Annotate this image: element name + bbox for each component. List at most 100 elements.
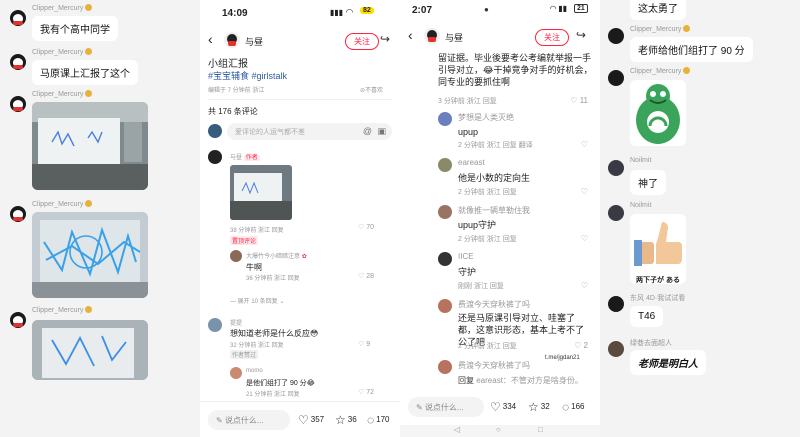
comment-like[interactable]: ♡ 28 <box>358 272 374 280</box>
comment-author[interactable]: IICE <box>458 252 474 261</box>
comment-avatar[interactable] <box>208 318 222 332</box>
message-bubble[interactable]: T46 <box>630 306 664 327</box>
back-triangle-icon[interactable]: ◁ <box>454 425 460 434</box>
reply-input[interactable]: ✎ 说点什么... <box>208 410 290 430</box>
post-tags[interactable]: #宝宝辅食 #girlstalk <box>208 69 287 82</box>
comment-meta[interactable]: 38 分钟前 浙江 回复 <box>230 225 284 234</box>
comment-meta[interactable]: 2 分钟前 浙江 回复 翻译 <box>458 140 533 150</box>
comment-like[interactable]: ♡ 2 <box>574 341 588 350</box>
author-avatar[interactable] <box>424 28 440 44</box>
star-count[interactable]: ☆ 32 <box>528 400 550 414</box>
chat-message: Clipper_Mercury <box>10 306 200 426</box>
comment-meta[interactable]: 32 分钟前 浙江 回复 <box>230 340 284 349</box>
comment-like[interactable]: ♡ 72 <box>358 388 374 396</box>
share-icon[interactable]: ↪ <box>576 28 586 42</box>
message-bubble[interactable]: 我有个高中同学 <box>32 16 118 41</box>
author-name[interactable]: 与昼 <box>245 35 263 48</box>
chat-message: Clipper_Mercury <box>10 200 200 300</box>
pencil-icon: ✎ <box>216 416 223 425</box>
not-interested[interactable]: ⊘不喜欢 <box>360 85 383 94</box>
mention-icon[interactable]: @ <box>363 126 372 136</box>
penguin-avatar[interactable] <box>608 70 624 86</box>
penguin-avatar[interactable] <box>10 96 26 112</box>
user-avatar[interactable] <box>608 341 624 357</box>
expand-replies[interactable]: — 展开 10 条回复 ⌄ <box>230 296 284 305</box>
user-avatar[interactable] <box>608 160 624 176</box>
comment-meta[interactable]: 回复 eareast：不管对方是啥身份。 <box>458 375 583 386</box>
comment-meta[interactable]: 2 分钟前 浙江 回复 <box>458 187 517 197</box>
penguin-avatar[interactable] <box>10 312 26 328</box>
follow-button[interactable]: 关注 <box>535 29 569 46</box>
comment-author[interactable]: 费渡今天穿秋裤了吗 <box>458 360 530 371</box>
comment-avatar[interactable] <box>438 299 452 313</box>
message-bubble[interactable]: 神了 <box>630 170 666 195</box>
classroom-photo[interactable] <box>32 320 148 380</box>
reply-author[interactable]: momo <box>246 368 263 374</box>
heart-icon: ♡ <box>570 96 578 105</box>
post-title: 小组汇报 <box>208 59 248 70</box>
reply-avatar[interactable] <box>230 250 242 262</box>
penguin-avatar[interactable] <box>608 28 624 44</box>
comment-total[interactable]: ◌ 166 <box>562 400 585 414</box>
comment-like[interactable]: ♡ 11 <box>570 96 588 105</box>
author-avatar[interactable] <box>224 32 240 48</box>
message-bubble[interactable]: 老师给他们组打了 90 分 <box>630 37 753 62</box>
thumbs-up-sticker[interactable]: 两下子が ある <box>630 214 686 284</box>
comment: eareast 他是小数的定向生 2 分钟前 浙江 回复 ♡ <box>408 158 594 198</box>
penguin-avatar[interactable] <box>10 10 26 26</box>
home-circle-icon[interactable]: ○ <box>496 425 501 434</box>
comment-like[interactable]: ♡ <box>581 187 588 196</box>
comment-like[interactable]: ♡ 70 <box>358 223 374 231</box>
comment-like[interactable]: ♡ <box>581 140 588 149</box>
comment-author[interactable]: 费渡今天穿秋裤了吗 <box>458 299 530 310</box>
comment-avatar[interactable] <box>438 360 452 374</box>
user-avatar[interactable] <box>608 205 624 221</box>
reply-meta[interactable]: 21 分钟前 浙江 回复 <box>246 389 300 398</box>
comment-avatar[interactable] <box>438 205 452 219</box>
message-bubble[interactable]: 这太勇了 <box>630 0 686 20</box>
comment-author[interactable]: 梦想是人类灭绝 <box>458 112 514 123</box>
comment-author[interactable]: 与昼 作者 <box>230 152 260 161</box>
star-count[interactable]: ☆ 36 <box>335 413 357 427</box>
comment-input[interactable]: 爱评论的人运气都不差 @ ▣ <box>227 123 392 140</box>
message-bubble[interactable]: 老师是明白人 <box>630 350 706 375</box>
sender-name: 东风 4D·我试试看 <box>630 295 686 302</box>
comment-author[interactable]: 就像推一辆草勒住我 <box>458 205 530 216</box>
penguin-avatar[interactable] <box>608 296 624 312</box>
penguin-avatar[interactable] <box>10 206 26 222</box>
like-count[interactable]: ♡ 334 <box>490 400 516 414</box>
comment-meta[interactable]: 3 分钟前 浙江 回复 <box>438 96 497 106</box>
penguin-avatar[interactable] <box>10 54 26 70</box>
comment-avatar[interactable] <box>438 252 452 266</box>
comment-like[interactable]: ♡ 9 <box>358 340 370 348</box>
comment-avatar[interactable] <box>438 112 452 126</box>
like-count[interactable]: ♡ 357 <box>298 413 324 427</box>
comment-meta[interactable]: 2 分钟前 浙江 回复 <box>458 341 517 351</box>
share-icon[interactable]: ↪ <box>380 32 390 46</box>
comment-meta[interactable]: 刚刚 浙江 回复 <box>458 281 504 291</box>
follow-button[interactable]: 关注 <box>345 33 379 50</box>
comment-image[interactable] <box>230 165 292 220</box>
classroom-photo[interactable] <box>32 102 148 190</box>
reply-meta[interactable]: 36 分钟前 浙江 回复 <box>246 273 300 282</box>
comment-author[interactable]: eareast <box>458 158 485 167</box>
back-chevron-icon[interactable]: ‹ <box>408 27 413 43</box>
comment-like[interactable]: ♡ <box>581 281 588 290</box>
recents-square-icon[interactable]: □ <box>538 425 543 434</box>
status-bar: 2:07 ● ◠ ▮▮ 21 <box>400 0 600 22</box>
comment-meta[interactable]: 2 分钟前 浙江 回复 <box>458 234 517 244</box>
reply-avatar[interactable] <box>230 367 242 379</box>
back-chevron-icon[interactable]: ‹ <box>208 31 213 47</box>
green-monster-sticker[interactable] <box>630 80 686 146</box>
comment-total[interactable]: ◌ 170 <box>367 413 390 427</box>
reply-author[interactable]: 大爆竹今小暗暗注意 ✿ <box>246 251 307 260</box>
comment-author[interactable]: 提提 <box>230 318 242 327</box>
reply-input[interactable]: ✎ 说点什么... <box>408 397 484 417</box>
classroom-photo[interactable] <box>32 212 148 298</box>
comment-avatar[interactable] <box>438 158 452 172</box>
image-icon[interactable]: ▣ <box>377 126 386 137</box>
message-bubble[interactable]: 马原课上汇报了这个 <box>32 60 138 85</box>
author-name[interactable]: 与昼 <box>445 31 463 44</box>
comment-avatar[interactable] <box>208 150 222 164</box>
comment-like[interactable]: ♡ <box>581 234 588 243</box>
